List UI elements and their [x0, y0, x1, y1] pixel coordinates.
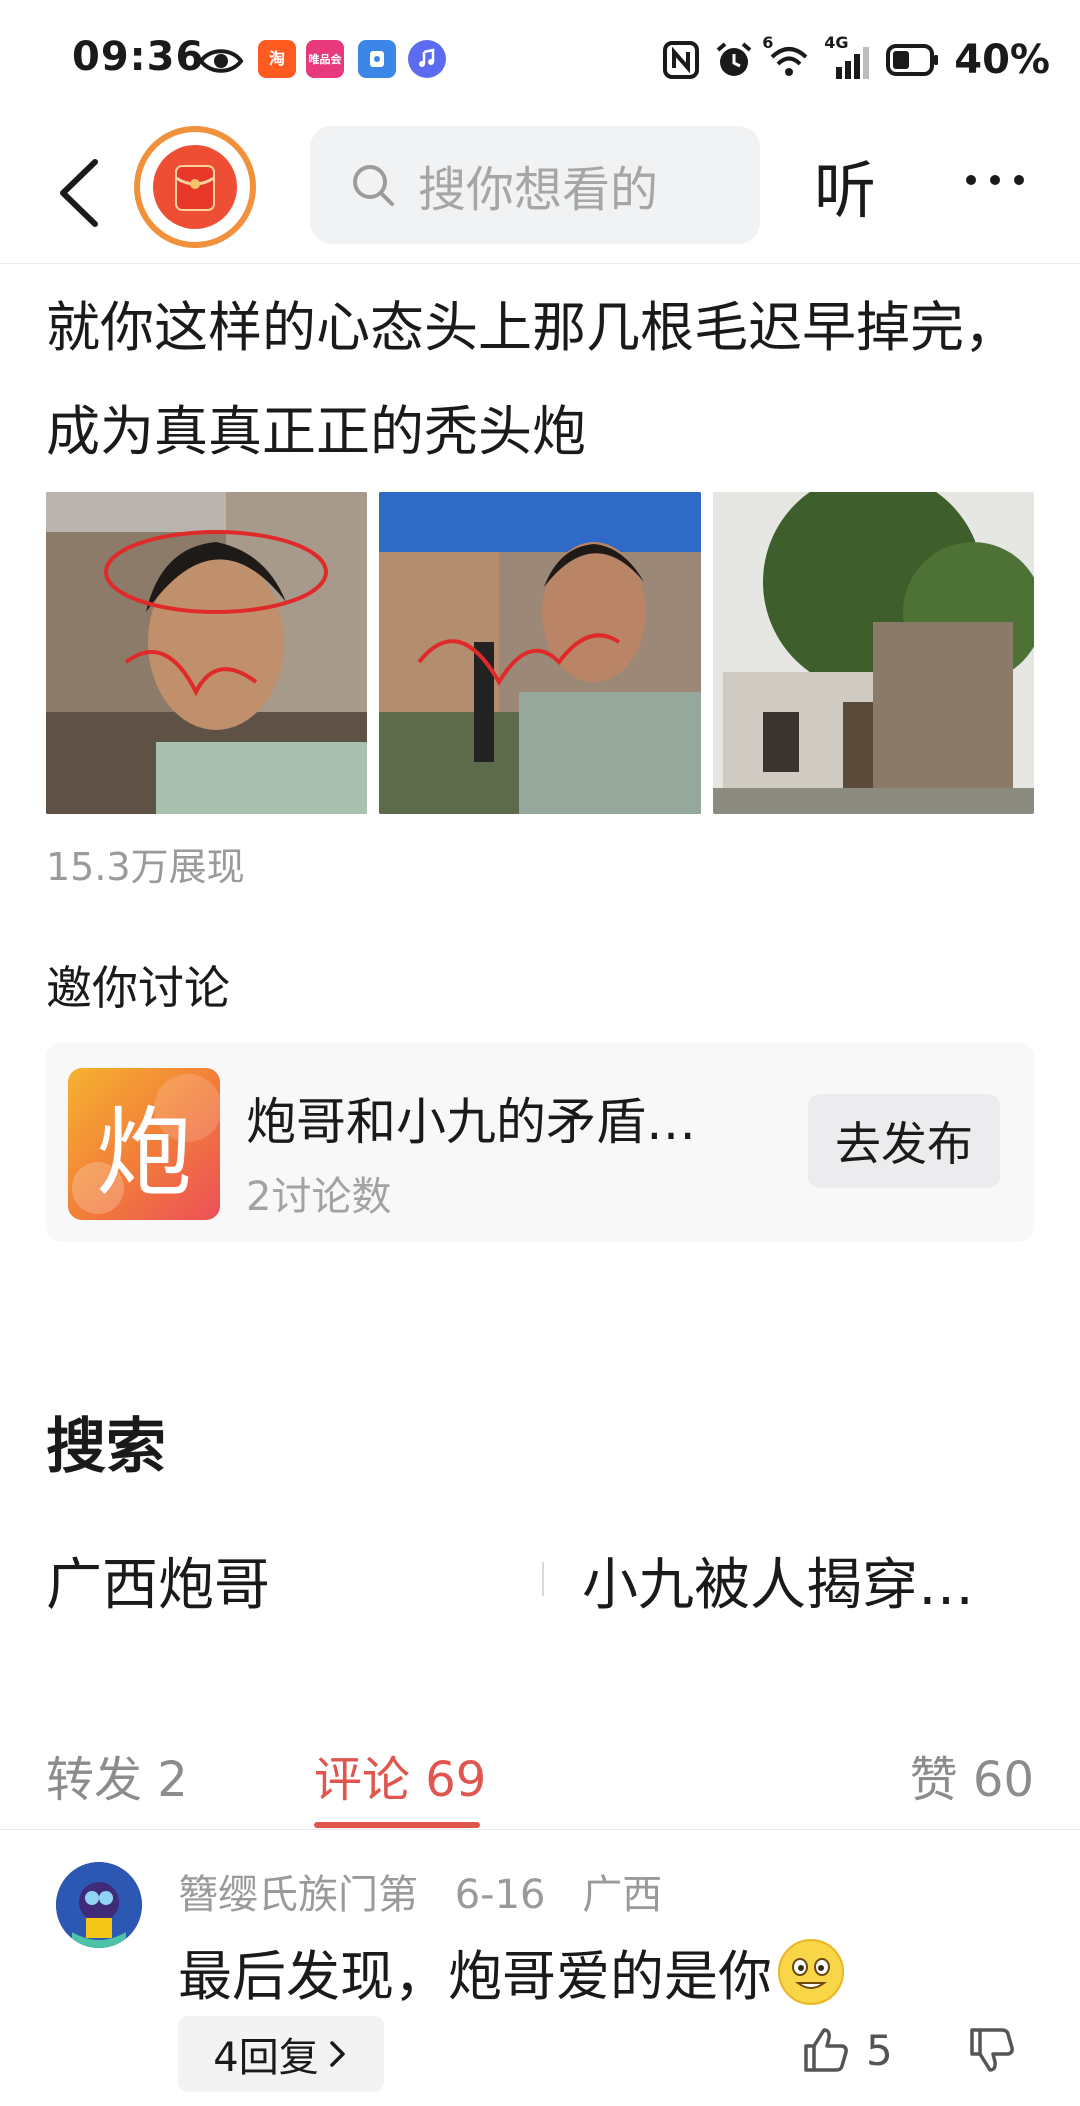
topic-icon-char: 炮 — [96, 1096, 192, 1209]
comment-username[interactable]: 簪缨氏族门第 — [178, 1872, 418, 1918]
search-section-title: 搜索 — [46, 1412, 166, 1482]
view-replies-button[interactable]: 4回复 — [178, 2016, 384, 2092]
chevron-right-icon — [329, 2041, 345, 2067]
listen-button[interactable]: 听 — [814, 140, 876, 230]
cellular-signal-icon: 4G — [824, 33, 872, 81]
more-dot — [966, 175, 976, 185]
search-suggestion[interactable]: 小九被人揭穿… — [582, 1540, 974, 1621]
thumbs-down-icon — [970, 2028, 1014, 2072]
discussion-section-title: 邀你讨论 — [46, 961, 230, 1015]
engagement-tabs: 转发 2 评论 69 赞 60 — [0, 1730, 1080, 1830]
post-photo-3[interactable] — [712, 492, 1034, 814]
thumbs-up-icon — [804, 2028, 848, 2072]
music-notification-icon — [408, 40, 446, 78]
post-photo-grid — [46, 492, 1034, 814]
comment-item: 簪缨氏族门第 6-16 广西 最后发现，炮哥爱的是你 4回复 5 — [0, 1834, 1080, 2106]
wifi-badge: 6 — [762, 33, 774, 52]
eye-icon — [198, 49, 244, 73]
tab-repost[interactable]: 转发 2 — [46, 1740, 188, 1810]
back-button[interactable] — [44, 148, 114, 238]
comment-meta: 簪缨氏族门第 6-16 广西 — [178, 1862, 686, 1920]
comment-location: 广西 — [582, 1872, 663, 1918]
comment-text-row: 最后发现，炮哥爱的是你 — [178, 1932, 846, 2011]
view-count: 15.3万展现 — [46, 845, 245, 889]
search-icon — [353, 165, 394, 206]
like-button[interactable]: 5 — [800, 2018, 893, 2082]
active-tab-indicator — [314, 1822, 480, 1828]
post-photo-2[interactable] — [379, 492, 701, 814]
taobao-notification-icon: 淘 — [258, 40, 296, 78]
battery-icon — [886, 44, 939, 76]
wifi-icon: 6 — [762, 33, 810, 81]
reply-count: 4回复 — [213, 2035, 319, 2081]
battery-percent: 40% — [954, 37, 1050, 83]
status-indicators: 6 4G 40% — [662, 32, 1050, 88]
topic-icon: 炮 — [68, 1068, 220, 1220]
nfc-icon — [663, 41, 700, 79]
topic-name: 炮哥和小九的矛盾… — [246, 1093, 696, 1151]
post-photo-1[interactable] — [46, 492, 368, 814]
chevron-left-icon — [60, 159, 98, 227]
topic-count: 2讨论数 — [246, 1174, 392, 1220]
status-time: 09:36 — [72, 34, 205, 80]
like-count: 5 — [866, 2025, 893, 2075]
grin-emoji-icon — [778, 1938, 844, 2005]
red-packet-button[interactable] — [134, 126, 256, 248]
tab-likes[interactable]: 赞 60 — [910, 1740, 1034, 1810]
network-type: 4G — [824, 33, 849, 52]
topic-card[interactable]: 炮 炮哥和小九的矛盾… 2讨论数 去发布 — [46, 1042, 1034, 1242]
publish-button[interactable]: 去发布 — [808, 1094, 1000, 1188]
more-options-button[interactable] — [950, 140, 1040, 220]
post-text: 就你这样的心态头上那几根毛迟早掉完，成为真真正正的秃头炮 — [46, 296, 1018, 463]
search-suggestions: 广西炮哥 小九被人揭穿… — [0, 1540, 1080, 1620]
comment-date: 6-16 — [454, 1872, 546, 1918]
status-bar: 09:36 淘 唯品会 6 4G 40% — [0, 0, 1080, 120]
search-suggestion[interactable]: 广西炮哥 — [46, 1540, 270, 1621]
more-dot — [1014, 175, 1024, 185]
top-nav-bar: 搜你想看的 听 — [0, 120, 1080, 264]
more-dot — [990, 175, 1000, 185]
tab-comments[interactable]: 评论 69 — [314, 1740, 486, 1810]
vipshop-notification-icon: 唯品会 — [306, 40, 344, 78]
avatar[interactable] — [56, 1862, 142, 1948]
search-placeholder: 搜你想看的 — [418, 162, 659, 218]
app-notification-icon — [358, 40, 396, 78]
red-packet-icon — [153, 145, 237, 229]
comment-text: 最后发现，炮哥爱的是你 — [178, 1945, 772, 2008]
dislike-button[interactable] — [962, 2018, 1022, 2082]
alarm-icon — [716, 42, 752, 76]
divider — [542, 1562, 544, 1596]
search-input[interactable]: 搜你想看的 — [310, 126, 760, 244]
